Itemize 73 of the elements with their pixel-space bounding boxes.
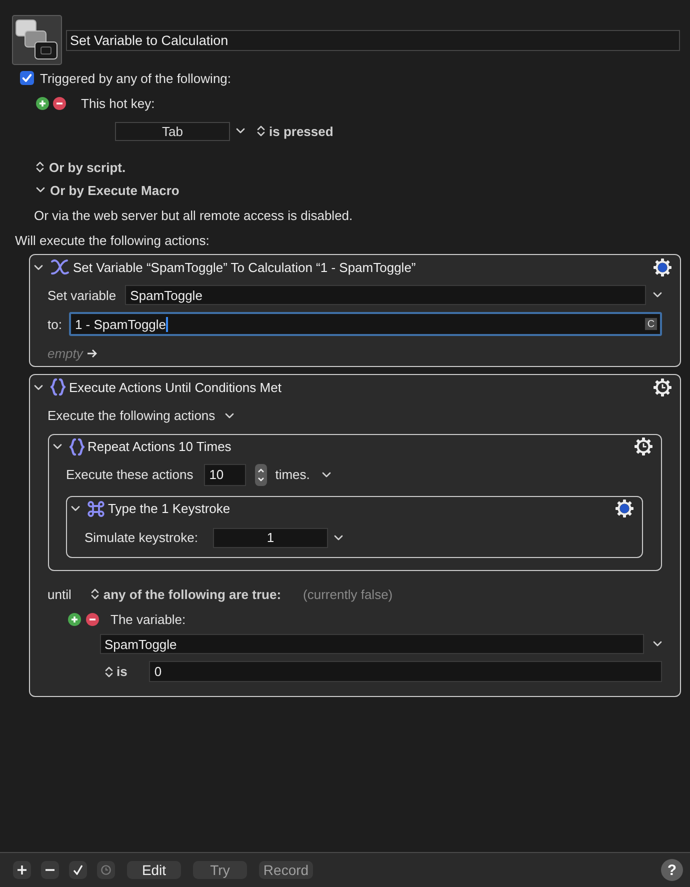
to-label: to: xyxy=(48,316,62,332)
checkmark-icon xyxy=(73,865,83,875)
up-down-arrows-icon xyxy=(91,588,100,600)
chevron-down-icon[interactable] xyxy=(334,534,343,540)
gear-icon[interactable] xyxy=(615,499,634,518)
set-variable-label: Set variable xyxy=(48,288,116,302)
chevron-down-icon[interactable] xyxy=(653,292,662,298)
macro-name-field[interactable]: Set Variable to Calculation xyxy=(66,30,680,50)
remove-button[interactable] xyxy=(41,861,59,879)
actions-heading: Will execute the following actions: xyxy=(15,232,210,248)
chevron-down-icon[interactable] xyxy=(225,412,234,418)
disclosure-chevron-down-icon[interactable] xyxy=(34,262,43,272)
disclosure-chevron-down-icon[interactable] xyxy=(34,382,43,392)
checkbox[interactable] xyxy=(20,71,34,85)
execute-these-label: Execute these actions xyxy=(66,467,194,482)
chevron-down-icon[interactable] xyxy=(236,128,245,134)
toolbar-button[interactable]: Edit xyxy=(127,861,181,879)
right-arrow-icon xyxy=(86,348,97,358)
gear-clock-icon[interactable] xyxy=(653,378,672,396)
up-down-arrows-icon xyxy=(257,125,265,137)
token-button[interactable]: C xyxy=(645,318,657,330)
up-down-arrows-icon xyxy=(104,666,112,678)
plus-circle-icon[interactable] xyxy=(68,612,80,626)
minus-circle-icon[interactable] xyxy=(86,612,98,626)
clock-icon xyxy=(101,865,111,875)
keystroke-field[interactable]: 1 xyxy=(212,528,328,548)
repeat-count-field[interactable]: 10 xyxy=(204,464,246,486)
calculation-field[interactable]: 1 - SpamToggle C xyxy=(68,312,662,336)
minus-circle-icon[interactable] xyxy=(53,96,66,110)
check-button[interactable] xyxy=(69,861,87,879)
stepper[interactable] xyxy=(255,464,268,486)
condition-status: (currently false) xyxy=(303,586,393,602)
chevron-down-icon[interactable] xyxy=(322,472,331,478)
braces-icon xyxy=(68,438,84,456)
trigger-option-popup[interactable]: Or by Execute Macro xyxy=(36,182,180,198)
command-key-icon xyxy=(87,500,105,518)
condition-label: The variable: xyxy=(110,612,186,626)
web-server-note: Or via the web server but all remote access is disabled. xyxy=(34,207,354,223)
chevron-down-icon[interactable] xyxy=(653,641,662,647)
hotkey-label: This hot key: xyxy=(81,96,155,110)
execute-following-label: Execute the following actions xyxy=(48,408,216,423)
condition-variable-field[interactable]: SpamToggle xyxy=(100,634,644,654)
action-title: Set Variable “SpamToggle” To Calculation “1 - SpamToggle” xyxy=(73,260,416,274)
help-button[interactable]: ? xyxy=(661,859,683,881)
action-title: Repeat Actions 10 Times xyxy=(88,439,232,454)
gear-clock-icon[interactable] xyxy=(634,437,653,456)
trigger-option-popup[interactable]: Or by script. xyxy=(36,160,126,174)
variable-name-field[interactable]: SpamToggle xyxy=(125,285,646,305)
operator-popup[interactable]: is xyxy=(104,664,128,679)
condition-value-field[interactable]: 0 xyxy=(149,661,662,682)
text-cursor xyxy=(166,316,168,332)
plus-icon xyxy=(17,865,27,875)
simulate-keystroke-label: Simulate keystroke: xyxy=(84,530,198,545)
hotkey-condition-popup[interactable]: is pressed xyxy=(257,124,334,138)
minus-icon xyxy=(45,869,55,871)
times-label: times. xyxy=(275,467,310,482)
italic-x-icon xyxy=(50,258,70,276)
add-button[interactable] xyxy=(13,861,31,879)
disclosure-chevron-down-icon[interactable] xyxy=(71,504,80,513)
trigger-label: Triggered by any of the following: xyxy=(40,70,232,86)
gear-icon[interactable] xyxy=(653,258,672,276)
action-title: Type the 1 Keystroke xyxy=(108,501,230,516)
result-text: empty xyxy=(48,346,83,360)
stacked-windows-icon[interactable] xyxy=(12,15,62,65)
action-title: Execute Actions Until Conditions Met xyxy=(69,380,282,394)
until-label: until xyxy=(48,586,72,602)
plus-circle-icon[interactable] xyxy=(36,96,49,110)
condition-mode-popup[interactable]: any of the following are true: xyxy=(91,586,282,602)
disclosure-chevron-down-icon[interactable] xyxy=(52,442,62,451)
braces-icon xyxy=(50,378,66,396)
chevron-down-icon[interactable] xyxy=(36,187,45,193)
hotkey-field[interactable]: Tab xyxy=(115,122,230,140)
up-down-arrows-icon xyxy=(36,161,44,173)
